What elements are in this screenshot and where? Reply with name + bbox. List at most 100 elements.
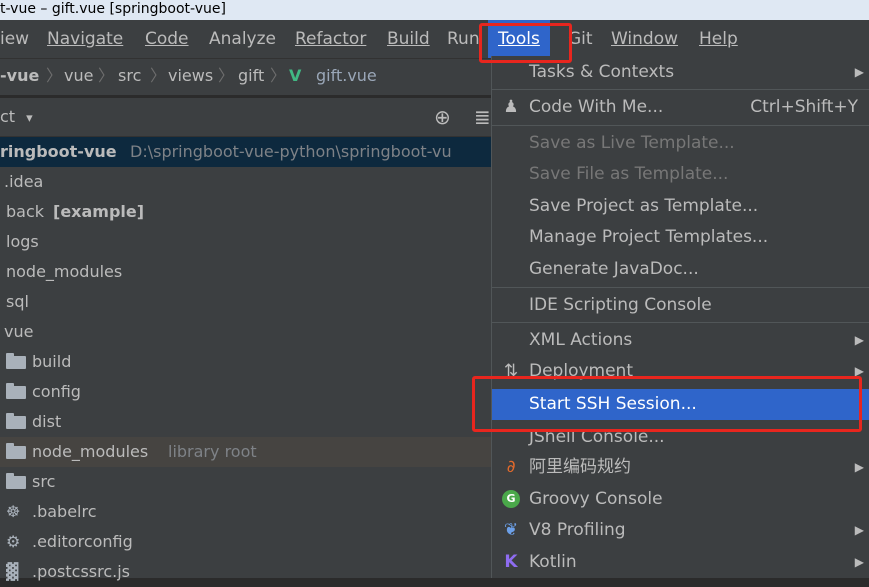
folder-icon — [6, 473, 26, 489]
menu-code[interactable]: Code — [145, 20, 189, 58]
locate-icon[interactable]: ⊕ — [434, 98, 451, 136]
tree-item-label: dist — [32, 412, 62, 431]
menu-item-label: Kotlin — [529, 552, 577, 572]
tree-item-label: .editorconfig — [32, 532, 133, 551]
breadcrumb-src[interactable]: src — [118, 59, 141, 93]
menu-separator — [492, 89, 869, 90]
menu-item-ide-scripting-console[interactable]: IDE Scripting Console — [492, 290, 869, 321]
menu-item-label: Save File as Template... — [529, 164, 729, 184]
tree-root-name: ringboot-vue — [0, 142, 117, 161]
breadcrumb-root[interactable]: -vue — [0, 59, 39, 93]
menu-item-label: JShell Console... — [529, 427, 665, 447]
tree-item-label: src — [32, 472, 56, 491]
menu-separator — [492, 287, 869, 288]
tree-item-label: .idea — [4, 172, 44, 191]
menu-view[interactable]: iew — [0, 20, 29, 58]
menu-item-start-ssh-session[interactable]: Start SSH Session... — [492, 389, 869, 420]
tree-root-path: D:\springboot-vue-python\springboot-vu — [130, 142, 452, 161]
tree-item-label: config — [32, 382, 81, 401]
breadcrumb-gift[interactable]: gift — [238, 59, 264, 93]
menu-refactor[interactable]: Refactor — [295, 20, 366, 58]
menu-item-label: V8 Profiling — [529, 520, 626, 540]
menu-item-label: Manage Project Templates... — [529, 227, 769, 247]
tools-menu: Tasks & Contexts ▶ ♟ Code With Me... Ctr… — [491, 56, 869, 578]
breadcrumb-separator: 〉 — [150, 66, 167, 85]
gear-icon: ⚙ — [6, 532, 21, 551]
tree-item-label: build — [32, 352, 72, 371]
menu-item-shortcut: Ctrl+Shift+Y — [750, 97, 858, 117]
menu-item-groovy-console[interactable]: G Groovy Console — [492, 484, 869, 515]
menu-run[interactable]: Run — [447, 20, 480, 58]
postcss-icon: ▓ — [6, 562, 19, 581]
tree-item-label: node_modules — [32, 442, 149, 461]
menu-item-label: Save as Live Template... — [529, 133, 735, 153]
tree-item-label: .postcssrc.js — [32, 562, 130, 581]
menu-item-label: 阿里编码规约 — [529, 457, 631, 477]
menu-item-label: IDE Scripting Console — [529, 295, 712, 315]
chevron-down-icon: ▾ — [26, 111, 33, 126]
menu-item-label: Groovy Console — [529, 489, 663, 509]
menu-item-kotlin[interactable]: K Kotlin ▶ — [492, 547, 869, 578]
tree-item-tag: library root — [168, 442, 257, 461]
tree-item-label: sql — [6, 292, 29, 311]
menu-item-save-project-template[interactable]: Save Project as Template... — [492, 191, 869, 222]
tree-item-label: vue — [4, 322, 34, 341]
menu-item-label: Generate JavaDoc... — [529, 259, 699, 279]
menu-view-label: iew — [0, 29, 30, 49]
groovy-icon-badge: G — [502, 490, 520, 508]
menu-tools[interactable]: Tools — [488, 20, 550, 58]
menu-navigate[interactable]: Navigate — [47, 20, 123, 58]
menu-item-label: XML Actions — [529, 330, 633, 350]
menu-help[interactable]: Help — [699, 20, 738, 58]
breadcrumb-separator: 〉 — [218, 66, 235, 85]
menu-separator — [492, 322, 869, 323]
menu-item-alibaba-guidelines[interactable]: ∂ 阿里编码规约 ▶ — [492, 452, 869, 483]
menu-item-jshell[interactable]: JShell Console... — [492, 426, 869, 448]
breadcrumb-separator: 〉 — [270, 66, 287, 85]
menu-item-v8-profiling[interactable]: ❦ V8 Profiling ▶ — [492, 515, 869, 546]
menu-item-deployment[interactable]: ⇅ Deployment ▶ — [492, 356, 869, 380]
menu-item-manage-project-templates[interactable]: Manage Project Templates... — [492, 222, 869, 253]
breadcrumb-views[interactable]: views — [168, 59, 213, 93]
folder-icon — [6, 443, 26, 459]
kotlin-icon: K — [504, 552, 518, 572]
menu-item-save-live-template[interactable]: Save as Live Template... — [492, 128, 869, 159]
tree-item-label: .babelrc — [32, 502, 97, 521]
submenu-arrow-icon: ▶ — [854, 523, 864, 537]
menu-item-label: Code With Me... — [529, 97, 664, 117]
breadcrumb-vue[interactable]: vue — [64, 59, 93, 93]
tree-item-label: back — [6, 202, 45, 221]
tree-item-label: node_modules — [6, 262, 123, 281]
v8-icon: ❦ — [503, 520, 519, 540]
vue-file-icon: V — [289, 66, 302, 85]
breadcrumb-separator: 〉 — [46, 66, 63, 85]
menu-item-xml-actions[interactable]: XML Actions ▶ — [492, 325, 869, 356]
submenu-arrow-icon: ▶ — [854, 460, 864, 474]
menu-window[interactable]: Window — [611, 20, 678, 58]
menu-build[interactable]: Build — [387, 20, 430, 58]
babel-icon: ☸ — [6, 502, 21, 521]
submenu-arrow-icon: ▶ — [854, 364, 864, 378]
menu-item-generate-javadoc[interactable]: Generate JavaDoc... — [492, 254, 869, 285]
menu-item-label: Tasks & Contexts — [529, 62, 675, 82]
breadcrumb-separator: 〉 — [98, 66, 115, 85]
project-view-selector[interactable]: ct ▾ — [0, 98, 33, 138]
menu-analyze[interactable]: Analyze — [209, 20, 276, 58]
submenu-arrow-icon: ▶ — [854, 555, 864, 569]
collapse-all-icon[interactable]: ≣ — [474, 98, 491, 136]
submenu-arrow-icon: ▶ — [854, 333, 864, 347]
breadcrumb-file[interactable]: gift.vue — [316, 59, 377, 93]
menu-item-tasks[interactable]: Tasks & Contexts ▶ — [492, 57, 869, 88]
tree-item-label: logs — [6, 232, 39, 251]
menu-bar: iew Navigate Code Analyze Refactor Build… — [0, 20, 869, 58]
folder-icon — [6, 383, 26, 399]
menu-item-save-file-template[interactable]: Save File as Template... — [492, 159, 869, 190]
submenu-arrow-icon: ▶ — [854, 65, 864, 79]
alibaba-icon: ∂ — [506, 457, 516, 477]
deployment-icon: ⇅ — [503, 361, 519, 380]
project-title: ct — [0, 107, 16, 126]
code-with-me-icon: ♟ — [503, 97, 519, 117]
menu-item-code-with-me[interactable]: ♟ Code With Me... Ctrl+Shift+Y — [492, 92, 869, 123]
menu-git[interactable]: Git — [568, 20, 593, 58]
menu-item-label: Save Project as Template... — [529, 196, 759, 216]
